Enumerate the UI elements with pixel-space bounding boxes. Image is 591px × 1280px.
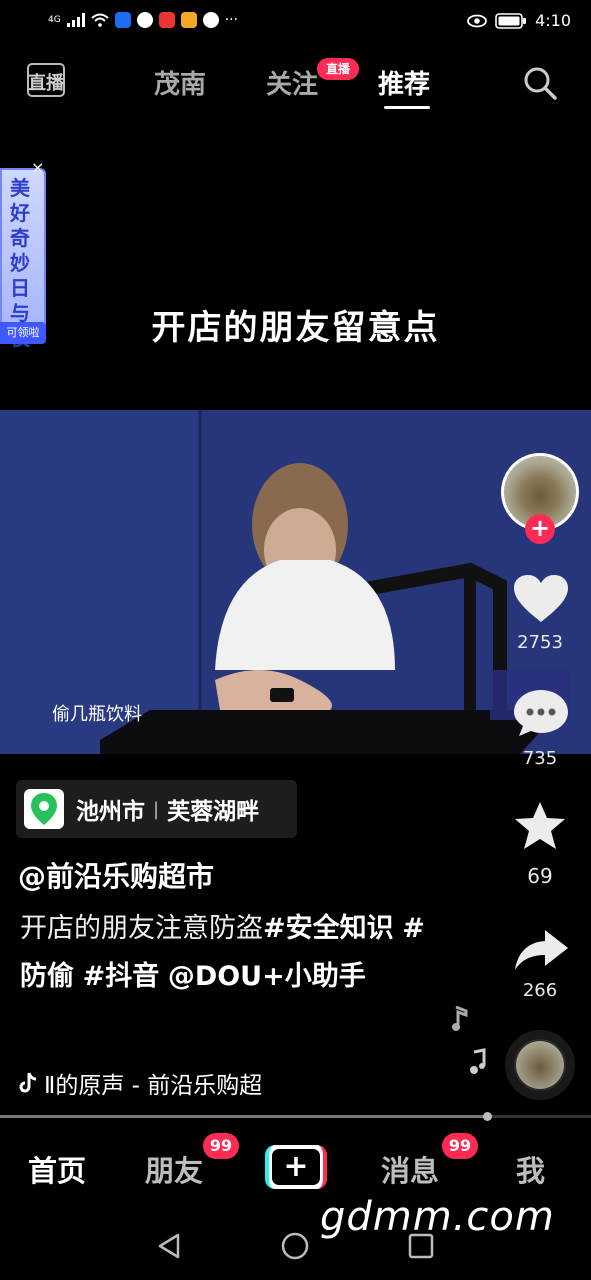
status-left: 4G ··· [48, 12, 238, 28]
status-right: 4:10 [467, 11, 571, 30]
network-label: 4G [48, 15, 61, 25]
signal-icon [66, 13, 85, 27]
tab-home[interactable]: 首页 [28, 1148, 86, 1190]
promo-close-icon[interactable]: × [31, 158, 44, 177]
location-separator: | [153, 798, 160, 820]
post-description: 开店的朋友注意防盗#安全知识 #防偷 #抖音 @DOU+小助手 [20, 905, 440, 1001]
tab-recommended[interactable]: 推荐 [378, 64, 430, 101]
video-headline: 开店的朋友留意点 [151, 308, 440, 348]
author-name[interactable]: @前沿乐购超市 [18, 855, 214, 895]
live-entry-button[interactable]: 直播 [26, 60, 66, 100]
share-count: 266 [522, 980, 558, 1001]
video-progress-fill [0, 1115, 487, 1118]
music-note-icon-2 [470, 1048, 486, 1074]
more-icon: ··· [224, 12, 239, 28]
tab-following[interactable]: 关注 [266, 64, 318, 101]
recents-icon[interactable] [408, 1232, 434, 1260]
like-count: 2753 [517, 632, 563, 653]
heart-icon[interactable] [513, 574, 569, 624]
video-app-icon [180, 12, 197, 28]
music-disc-cover [516, 1041, 564, 1089]
tab-friends[interactable]: 朋友 [145, 1148, 203, 1190]
shield-app-icon [114, 12, 131, 28]
desc-text: 开店的朋友注意防盗 [20, 913, 263, 944]
active-tab-indicator [384, 106, 430, 109]
search-icon[interactable] [521, 64, 559, 102]
tab-local[interactable]: 茂南 [154, 64, 206, 101]
comment-icon[interactable] [513, 688, 569, 738]
music-title: Ⅱ的原声 - 前沿乐购超 [44, 1073, 263, 1099]
hashtag-douyin[interactable]: #抖音 [83, 961, 160, 992]
comment-count: 735 [522, 748, 558, 769]
video-progress-handle[interactable] [483, 1112, 492, 1121]
location-pin-icon [24, 789, 64, 829]
share-icon[interactable] [513, 928, 569, 972]
music-track[interactable]: Ⅱ的原声 - 前沿乐购超 [18, 1066, 262, 1100]
video-subtitle: 偷几瓶饮料 [52, 704, 142, 725]
battery-icon [495, 12, 527, 29]
follow-button[interactable]: + [525, 514, 555, 544]
tiktok-note-icon [19, 1072, 37, 1093]
location-chip[interactable]: 池州市 | 芙蓉湖畔 [16, 780, 297, 838]
hashtag-safety[interactable]: #安全知识 [263, 913, 394, 944]
music-note-icon [452, 1005, 468, 1031]
video-top-area [0, 120, 591, 410]
watermark: gdmm.com [320, 1194, 555, 1240]
status-bar: 4G ··· 4:10 [0, 0, 591, 44]
eye-icon [467, 14, 487, 27]
home-icon[interactable] [281, 1232, 309, 1260]
promo-button[interactable]: 可领啦 [0, 322, 46, 344]
plus-icon: + [272, 1149, 320, 1185]
news-app-icon [158, 12, 175, 28]
messages-badge: 99 [442, 1133, 478, 1159]
wifi-icon [91, 13, 109, 27]
location-place: 芙蓉湖畔 [167, 799, 260, 825]
friends-badge: 99 [203, 1133, 239, 1159]
live-badge: 直播 [317, 58, 359, 80]
hand-app-icon [202, 12, 219, 28]
mention-dou-helper[interactable]: @DOU+小助手 [168, 961, 366, 992]
tab-me[interactable]: 我 [516, 1148, 545, 1190]
tab-messages[interactable]: 消息 [381, 1148, 439, 1190]
back-icon[interactable] [156, 1232, 182, 1260]
clock: 4:10 [535, 11, 571, 30]
star-icon[interactable] [513, 800, 567, 852]
location-city: 池州市 [76, 799, 145, 825]
browser-app-icon [136, 12, 153, 28]
live-entry-label: 直播 [28, 73, 64, 94]
favorite-count: 69 [527, 864, 553, 888]
